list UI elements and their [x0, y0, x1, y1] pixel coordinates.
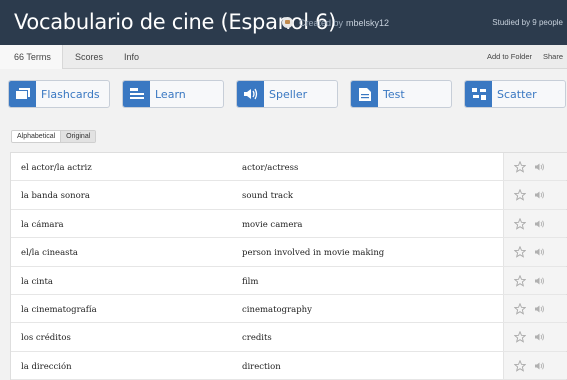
- tab-info[interactable]: Info: [124, 45, 139, 69]
- flashcards-button[interactable]: Flashcards: [8, 80, 110, 108]
- term-text: la cinta: [21, 276, 53, 287]
- star-icon[interactable]: [514, 331, 526, 344]
- test-button[interactable]: Test: [350, 80, 452, 108]
- term-row: la cinta film: [11, 266, 567, 295]
- term-text: el actor/la actriz: [21, 163, 92, 173]
- share-link[interactable]: Share: [543, 45, 563, 69]
- test-label: Test: [383, 87, 405, 101]
- definition-text: actor/actress: [242, 163, 299, 173]
- definition-text: person involved in movie making: [242, 248, 385, 259]
- definition-text: film: [242, 276, 259, 287]
- learn-button[interactable]: Learn: [122, 80, 224, 108]
- star-icon[interactable]: [514, 359, 526, 372]
- tab-scores[interactable]: Scores: [75, 45, 103, 69]
- star-icon[interactable]: [514, 189, 526, 202]
- definition-text: cinematography: [242, 304, 312, 315]
- creator-info: Created by mbelsky12: [282, 17, 389, 28]
- star-icon[interactable]: [514, 246, 526, 258]
- definition-text: direction: [242, 361, 281, 372]
- audio-speaker-icon[interactable]: [535, 332, 545, 342]
- sort-toggle: Alphabetical Original: [11, 130, 97, 143]
- set-header: Vocabulario de cine (Espanol 6) Created …: [0, 0, 567, 45]
- definition-text: sound track: [242, 191, 294, 202]
- speller-button[interactable]: Speller: [236, 80, 338, 108]
- studied-count: Studied by 9 people: [492, 18, 563, 27]
- flashcards-label: Flashcards: [41, 87, 100, 101]
- star-icon[interactable]: [514, 217, 526, 230]
- term-text: la cinematografía: [21, 304, 97, 315]
- creator-avatar: [282, 17, 293, 28]
- term-row: el/la cineasta person involved in movie …: [11, 238, 567, 267]
- flashcards-icon: [9, 81, 36, 107]
- learn-label: Learn: [155, 87, 186, 101]
- tab-terms[interactable]: 66 Terms: [0, 45, 63, 69]
- learn-icon: [123, 81, 150, 107]
- term-row: el actor/la actriz actor/actress: [11, 153, 567, 182]
- star-icon[interactable]: [514, 302, 526, 315]
- test-icon: [351, 81, 378, 107]
- speller-label: Speller: [269, 87, 308, 101]
- star-icon[interactable]: [514, 161, 526, 173]
- scatter-button[interactable]: Scatter: [464, 80, 566, 108]
- add-to-folder-link[interactable]: Add to Folder: [487, 45, 532, 69]
- term-row: la cinematografía cinematography: [11, 294, 567, 324]
- speaker-icon: [237, 81, 264, 107]
- tab-bar: 66 Terms Scores Info Add to Folder Share: [0, 45, 567, 69]
- creator-name-link[interactable]: mbelsky12: [346, 18, 389, 28]
- term-row: la banda sonora sound track: [11, 181, 567, 210]
- term-text: los créditos: [21, 333, 71, 344]
- term-text: la cámara: [21, 219, 64, 230]
- terms-list: el actor/la actriz actor/actress la band…: [10, 152, 567, 380]
- sort-original[interactable]: Original: [60, 131, 96, 142]
- audio-speaker-icon[interactable]: [535, 247, 545, 257]
- audio-speaker-icon[interactable]: [535, 304, 545, 314]
- scatter-icon: [465, 81, 492, 107]
- scatter-label: Scatter: [497, 87, 537, 101]
- definition-text: movie camera: [242, 219, 303, 230]
- term-text: la banda sonora: [21, 191, 90, 202]
- created-by-label: Created by: [299, 17, 344, 28]
- term-row: los créditos credits: [11, 323, 567, 352]
- term-text: la dirección: [21, 361, 72, 372]
- term-row: la cámara movie camera: [11, 209, 567, 239]
- audio-speaker-icon[interactable]: [535, 219, 545, 229]
- definition-text: credits: [242, 333, 272, 344]
- audio-speaker-icon[interactable]: [535, 361, 545, 371]
- audio-speaker-icon[interactable]: [535, 162, 545, 172]
- sort-alphabetical[interactable]: Alphabetical: [12, 131, 61, 142]
- study-modes: Flashcards Learn Speller Test Scatter: [0, 80, 567, 108]
- term-text: el/la cineasta: [21, 248, 78, 259]
- audio-speaker-icon[interactable]: [535, 276, 545, 286]
- star-icon[interactable]: [514, 274, 526, 287]
- audio-speaker-icon[interactable]: [535, 190, 545, 200]
- term-row: la dirección direction: [11, 351, 567, 380]
